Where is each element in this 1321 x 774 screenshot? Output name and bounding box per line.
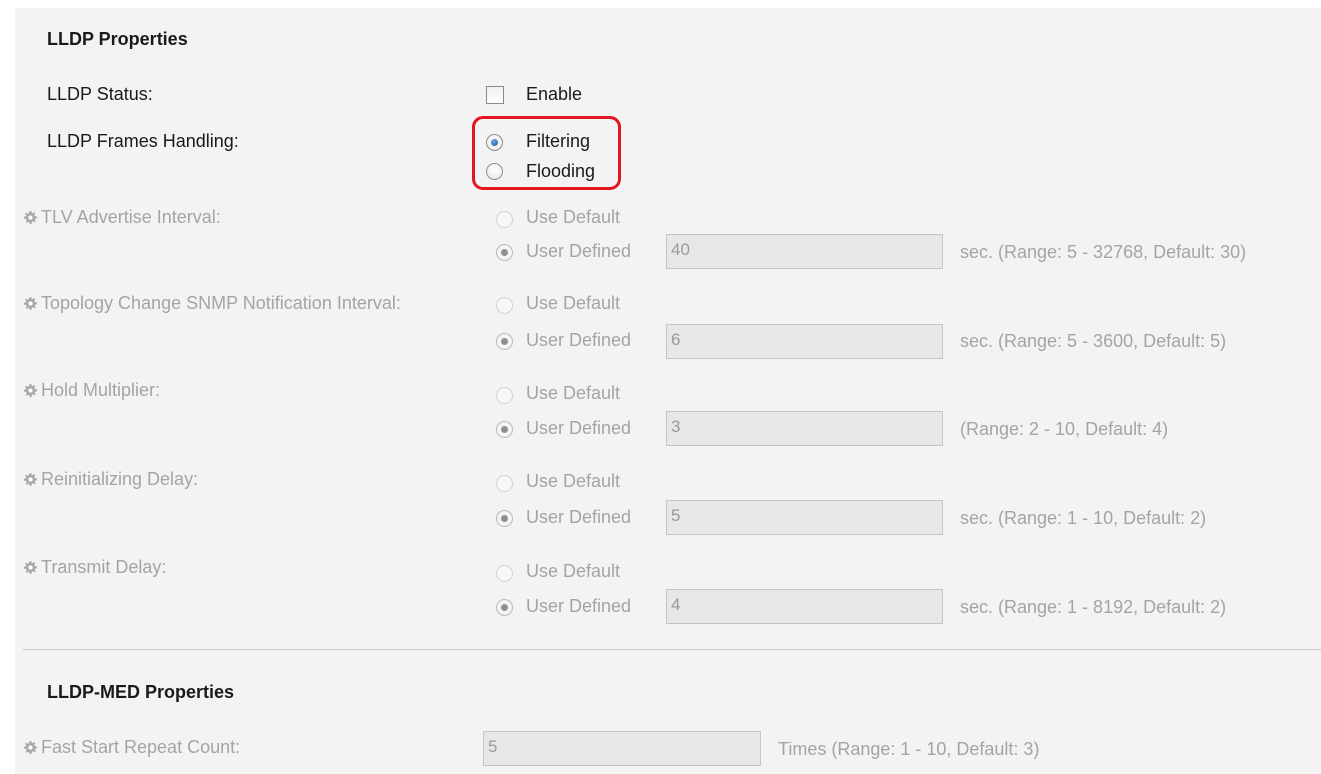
gear-icon — [24, 741, 37, 754]
fast-start-repeat-count-input[interactable]: 5 — [483, 731, 761, 766]
topology-user-defined-input[interactable]: 6 — [666, 324, 943, 359]
reinitializing-delay-label: Reinitializing Delay: — [41, 469, 199, 489]
hold-use-default-label: Use Default — [526, 383, 621, 403]
topology-change-label: Topology Change SNMP Notification Interv… — [41, 293, 401, 313]
lldp-status-label: LLDP Status: — [47, 84, 153, 104]
gear-icon — [24, 297, 37, 310]
gear-icon — [24, 473, 37, 486]
tlv-advertise-interval-label: TLV Advertise Interval: — [41, 207, 221, 227]
transmit-user-defined-radio[interactable] — [496, 599, 513, 616]
transmit-use-default-radio[interactable] — [496, 565, 513, 582]
reinit-user-defined-label: User Defined — [526, 507, 632, 527]
tlv-use-default-label: Use Default — [526, 207, 621, 227]
section-divider — [23, 649, 1321, 650]
tlv-use-default-radio[interactable] — [496, 211, 513, 228]
gear-icon — [24, 211, 37, 224]
hold-range-hint: (Range: 2 - 10, Default: 4) — [960, 419, 1169, 439]
hold-user-defined-radio[interactable] — [496, 421, 513, 438]
topology-use-default-radio[interactable] — [496, 297, 513, 314]
frames-handling-highlight — [472, 116, 621, 190]
lldp-frames-handling-label: LLDP Frames Handling: — [47, 131, 239, 151]
reinit-range-hint: sec. (Range: 1 - 10, Default: 2) — [960, 508, 1207, 528]
transmit-range-hint: sec. (Range: 1 - 8192, Default: 2) — [960, 597, 1227, 617]
hold-use-default-radio[interactable] — [496, 387, 513, 404]
reinit-use-default-label: Use Default — [526, 471, 621, 491]
transmit-user-defined-label: User Defined — [526, 596, 632, 616]
lldp-properties-title: LLDP Properties — [47, 29, 188, 49]
tlv-user-defined-label: User Defined — [526, 241, 632, 261]
tlv-user-defined-radio[interactable] — [496, 244, 513, 261]
transmit-use-default-label: Use Default — [526, 561, 621, 581]
topology-user-defined-label: User Defined — [526, 330, 632, 350]
lldp-status-enable-checkbox[interactable] — [486, 86, 504, 104]
topology-use-default-label: Use Default — [526, 293, 621, 313]
hold-user-defined-label: User Defined — [526, 418, 632, 438]
topology-user-defined-radio[interactable] — [496, 333, 513, 350]
transmit-user-defined-input[interactable]: 4 — [666, 589, 943, 624]
gear-icon — [24, 384, 37, 397]
reinit-use-default-radio[interactable] — [496, 475, 513, 492]
reinit-user-defined-radio[interactable] — [496, 510, 513, 527]
fast-start-range-hint: Times (Range: 1 - 10, Default: 3) — [778, 739, 1040, 759]
lldp-med-properties-title: LLDP-MED Properties — [47, 682, 235, 702]
fast-start-repeat-count-label: Fast Start Repeat Count: — [41, 737, 241, 757]
tlv-range-hint: sec. (Range: 5 - 32768, Default: 30) — [960, 242, 1247, 262]
hold-user-defined-input[interactable]: 3 — [666, 411, 943, 446]
lldp-status-enable-label: Enable — [526, 84, 583, 104]
settings-panel — [15, 8, 1321, 774]
hold-multiplier-label: Hold Multiplier: — [41, 380, 161, 400]
topology-range-hint: sec. (Range: 5 - 3600, Default: 5) — [960, 331, 1227, 351]
tlv-user-defined-input[interactable]: 40 — [666, 234, 943, 269]
gear-icon — [24, 561, 37, 574]
reinit-user-defined-input[interactable]: 5 — [666, 500, 943, 535]
transmit-delay-label: Transmit Delay: — [41, 557, 167, 577]
